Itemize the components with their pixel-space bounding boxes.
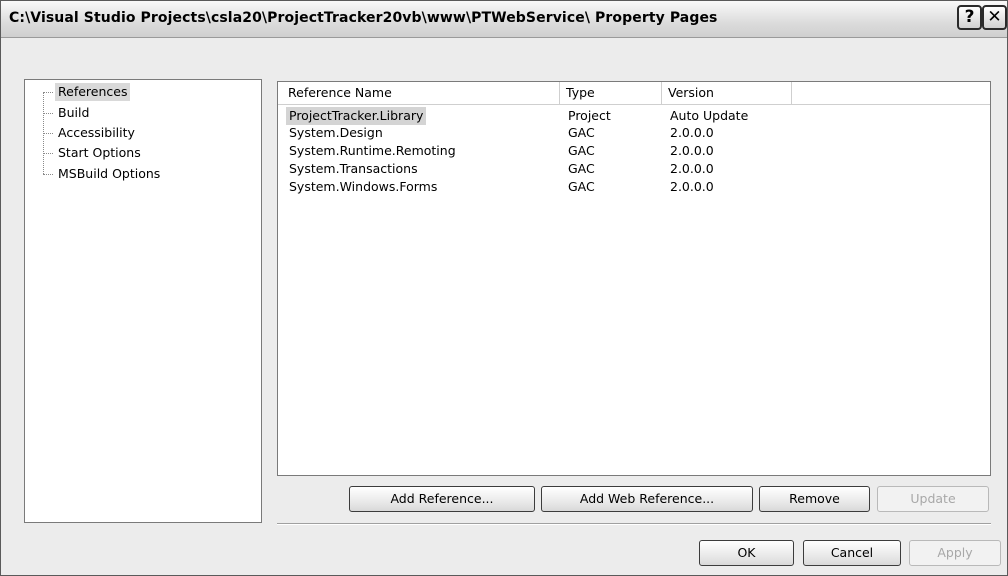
ok-button[interactable]: OK <box>699 540 794 566</box>
remove-button[interactable]: Remove <box>759 486 870 512</box>
tree-item-label: Accessibility <box>58 125 135 140</box>
tree-item-label: Start Options <box>58 145 141 160</box>
reference-name-cell: System.Transactions <box>289 161 418 176</box>
reference-name-cell: System.Runtime.Remoting <box>289 143 456 158</box>
type-cell: GAC <box>568 143 595 158</box>
column-header-type[interactable]: Type <box>560 82 662 104</box>
property-pages-window: C:\Visual Studio Projects\csla20\Project… <box>0 0 1008 576</box>
type-cell: GAC <box>568 125 595 140</box>
references-list[interactable]: Reference Name Type Version ProjectTrack… <box>277 81 991 476</box>
reference-name-cell: ProjectTracker.Library <box>286 107 427 125</box>
type-cell: Project <box>568 108 611 123</box>
version-cell: Auto Update <box>670 108 749 123</box>
tree-item-label: Build <box>58 105 90 120</box>
update-button[interactable]: Update <box>877 486 989 512</box>
window-title: C:\Visual Studio Projects\csla20\Project… <box>9 10 718 26</box>
title-bar: C:\Visual Studio Projects\csla20\Project… <box>1 1 1007 38</box>
version-cell: 2.0.0.0 <box>670 179 714 194</box>
tree-item-label: References <box>55 83 131 101</box>
reference-name-cell: System.Windows.Forms <box>289 179 438 194</box>
separator <box>277 523 991 525</box>
type-cell: GAC <box>568 161 595 176</box>
tree-panel: References Build Accessibility Start Opt… <box>24 79 262 523</box>
version-cell: 2.0.0.0 <box>670 161 714 176</box>
version-cell: 2.0.0.0 <box>670 143 714 158</box>
add-reference-button[interactable]: Add Reference... <box>349 486 535 512</box>
type-cell: GAC <box>568 179 595 194</box>
list-header: Reference Name Type Version <box>278 82 990 105</box>
column-header-version[interactable]: Version <box>662 82 792 104</box>
cancel-button[interactable]: Cancel <box>803 540 901 566</box>
close-icon[interactable]: ✕ <box>982 5 1007 30</box>
tree-item-label: MSBuild Options <box>58 166 161 181</box>
version-cell: 2.0.0.0 <box>670 125 714 140</box>
add-web-reference-button[interactable]: Add Web Reference... <box>541 486 753 512</box>
reference-name-cell: System.Design <box>289 125 383 140</box>
column-header-reference-name[interactable]: Reference Name <box>282 82 560 104</box>
apply-button[interactable]: Apply <box>909 540 1001 566</box>
help-icon[interactable]: ? <box>957 5 982 30</box>
